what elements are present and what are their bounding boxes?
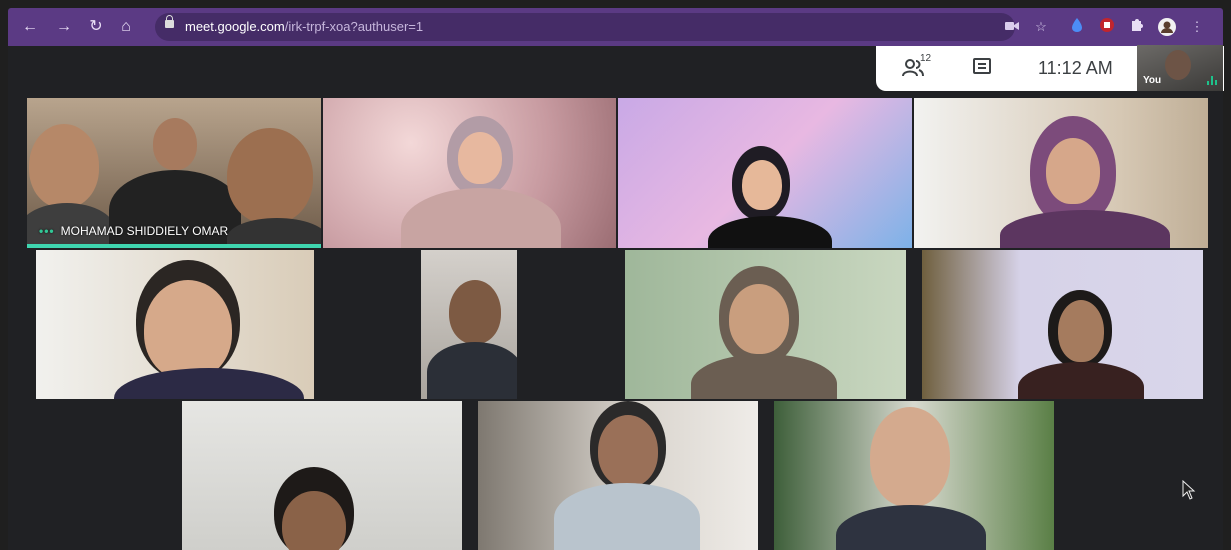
url-path: /irk-trpf-xoa?authuser=1 <box>284 19 424 34</box>
participant-tile[interactable]: ••• MOHAMAD SHIDDIELY OMAR <box>27 98 321 248</box>
mouse-cursor-icon <box>1182 479 1196 500</box>
lock-icon[interactable] <box>165 15 174 28</box>
participant-name: ••• MOHAMAD SHIDDIELY OMAR <box>39 224 228 238</box>
participant-tile[interactable] <box>625 250 906 399</box>
participant-tile[interactable] <box>478 401 758 550</box>
address-bar[interactable]: meet.google.com/irk-trpf-xoa?authuser=1 <box>155 13 1015 41</box>
participant-tile[interactable] <box>914 98 1208 248</box>
chat-icon[interactable] <box>973 58 991 74</box>
extension-blue-icon[interactable] <box>1068 18 1086 36</box>
speaking-dots-icon: ••• <box>39 224 55 238</box>
self-avatar <box>1165 50 1191 80</box>
participant-tile[interactable] <box>182 401 462 550</box>
speaker-name: MOHAMAD SHIDDIELY OMAR <box>60 224 229 238</box>
participant-tile[interactable] <box>922 250 1203 399</box>
self-view-tile[interactable]: You <box>1137 45 1223 91</box>
self-label: You <box>1143 75 1162 86</box>
ublock-icon[interactable] <box>1098 18 1116 36</box>
participant-tile[interactable] <box>36 250 314 399</box>
mic-activity-icon <box>1207 76 1217 85</box>
participant-tile[interactable] <box>421 250 517 399</box>
participant-tile[interactable] <box>323 98 616 248</box>
reload-icon[interactable]: ↻ <box>86 17 106 37</box>
participant-tile[interactable] <box>774 401 1054 550</box>
participant-tile[interactable] <box>618 98 912 248</box>
profile-avatar-icon[interactable] <box>1158 18 1176 36</box>
people-count: 12 <box>920 53 932 64</box>
camera-icon[interactable] <box>1003 18 1021 36</box>
menu-dots-icon[interactable]: ⋮ <box>1188 18 1206 36</box>
url-domain: meet.google.com <box>185 19 285 34</box>
active-speaker-indicator <box>27 244 321 248</box>
browser-toolbar: ← → ↻ ⌂ meet.google.com/irk-trpf-xoa?aut… <box>8 8 1223 46</box>
home-icon[interactable]: ⌂ <box>116 17 136 37</box>
puzzle-icon[interactable] <box>1128 18 1146 36</box>
forward-icon[interactable]: → <box>54 17 74 37</box>
meeting-clock: 11:12 AM <box>1038 58 1113 78</box>
back-icon[interactable]: ← <box>20 17 40 37</box>
star-icon[interactable]: ☆ <box>1032 18 1050 36</box>
